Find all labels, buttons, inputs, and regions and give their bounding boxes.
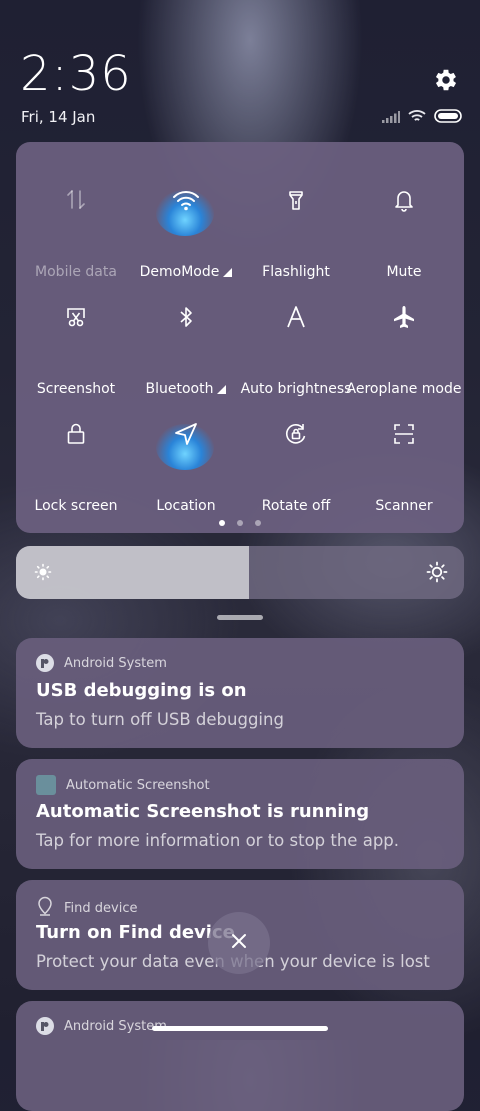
status-icons [382, 108, 462, 127]
tile-label: Scanner [375, 498, 433, 514]
tile-flashlight[interactable]: Flashlight [240, 166, 352, 280]
quick-settings-panel: Mobile data DemoMode Flashlight Mute Screens… [16, 142, 464, 533]
close-icon [230, 932, 248, 954]
tile-label: Bluetooth [126, 381, 246, 397]
find-device-icon [36, 896, 54, 920]
notification-app-name: Find device [64, 900, 138, 916]
tile-label: Location [156, 498, 216, 514]
notification-app-name: Android System [64, 655, 167, 671]
lock-icon [56, 414, 96, 454]
tile-scanner[interactable]: Scanner [348, 400, 460, 514]
location-icon [166, 414, 206, 454]
tile-location[interactable]: Location [130, 400, 242, 514]
notification-title: Turn on Find device [36, 922, 235, 943]
gear-icon[interactable] [432, 66, 460, 94]
page-dot [237, 520, 243, 526]
page-dot [255, 520, 261, 526]
notification-usb-debugging[interactable]: Android System USB debugging is on Tap t… [16, 638, 464, 748]
tile-label: Screenshot [36, 381, 116, 397]
android-system-icon [36, 654, 54, 672]
notification-app: Automatic Screenshot [36, 775, 210, 795]
automatic-screenshot-icon [36, 775, 56, 795]
notification-app: Android System [36, 654, 167, 672]
tile-mute[interactable]: Mute [348, 166, 460, 280]
date: Fri, 14 Jan [21, 108, 96, 126]
clock: 2:36 [20, 46, 132, 102]
wifi-status-icon [408, 108, 426, 127]
notification-android-system[interactable]: Android System [16, 1001, 464, 1111]
clear-all-button[interactable] [208, 912, 270, 974]
tile-mobile-data[interactable]: Mobile data [20, 166, 132, 280]
notification-app-name: Android System [64, 1018, 167, 1034]
tile-rotate-off[interactable]: Rotate off [240, 400, 352, 514]
battery-icon [434, 108, 462, 127]
bluetooth-icon [166, 297, 206, 337]
flashlight-icon [276, 180, 316, 220]
brightness-slider[interactable] [16, 546, 464, 599]
airplane-icon [384, 297, 424, 337]
expand-arrow-icon[interactable] [223, 268, 233, 277]
tile-label: Mobile data [35, 264, 117, 280]
notification-title: Automatic Screenshot is running [36, 801, 370, 822]
signal-icon [382, 108, 400, 127]
notification-automatic-screenshot[interactable]: Automatic Screenshot Automatic Screensho… [16, 759, 464, 869]
brightness-low-icon [34, 563, 52, 585]
page-indicator [16, 520, 464, 526]
android-system-icon [36, 1017, 54, 1035]
wifi-icon [166, 180, 206, 220]
tile-aeroplane-mode[interactable]: Aeroplane mode [347, 283, 461, 397]
tile-label: Flashlight [262, 264, 330, 280]
tile-screenshot[interactable]: Screenshot [20, 283, 132, 397]
mobile-data-icon [56, 180, 96, 220]
notification-app: Android System [36, 1017, 167, 1035]
tile-label: DemoMode [126, 264, 246, 280]
notification-body: Tap to turn off USB debugging [36, 710, 284, 729]
rotate-lock-icon [276, 414, 316, 454]
gesture-navigation-bar[interactable] [152, 1026, 328, 1031]
tile-label: Lock screen [34, 498, 118, 514]
tile-label: Auto brightness [240, 381, 352, 397]
scanner-icon [384, 414, 424, 454]
tile-label: Mute [386, 264, 422, 280]
expand-arrow-icon[interactable] [217, 385, 227, 394]
notification-body: Tap for more information or to stop the … [36, 831, 400, 850]
brightness-high-icon [426, 561, 448, 587]
tile-bluetooth[interactable]: Bluetooth [130, 283, 242, 397]
notification-title: USB debugging is on [36, 680, 247, 701]
tile-demomode[interactable]: DemoMode [130, 166, 242, 280]
page-dot [219, 520, 225, 526]
tile-lock-screen[interactable]: Lock screen [20, 400, 132, 514]
bell-icon [384, 180, 424, 220]
tile-auto-brightness[interactable]: Auto brightness [240, 283, 352, 397]
tile-label: Aeroplane mode [346, 381, 462, 397]
auto-brightness-icon [276, 297, 316, 337]
notification-app-name: Automatic Screenshot [66, 777, 210, 793]
screenshot-icon [56, 297, 96, 337]
drag-handle[interactable] [217, 615, 263, 620]
tile-label: Rotate off [261, 498, 331, 514]
notification-app: Find device [36, 896, 137, 920]
